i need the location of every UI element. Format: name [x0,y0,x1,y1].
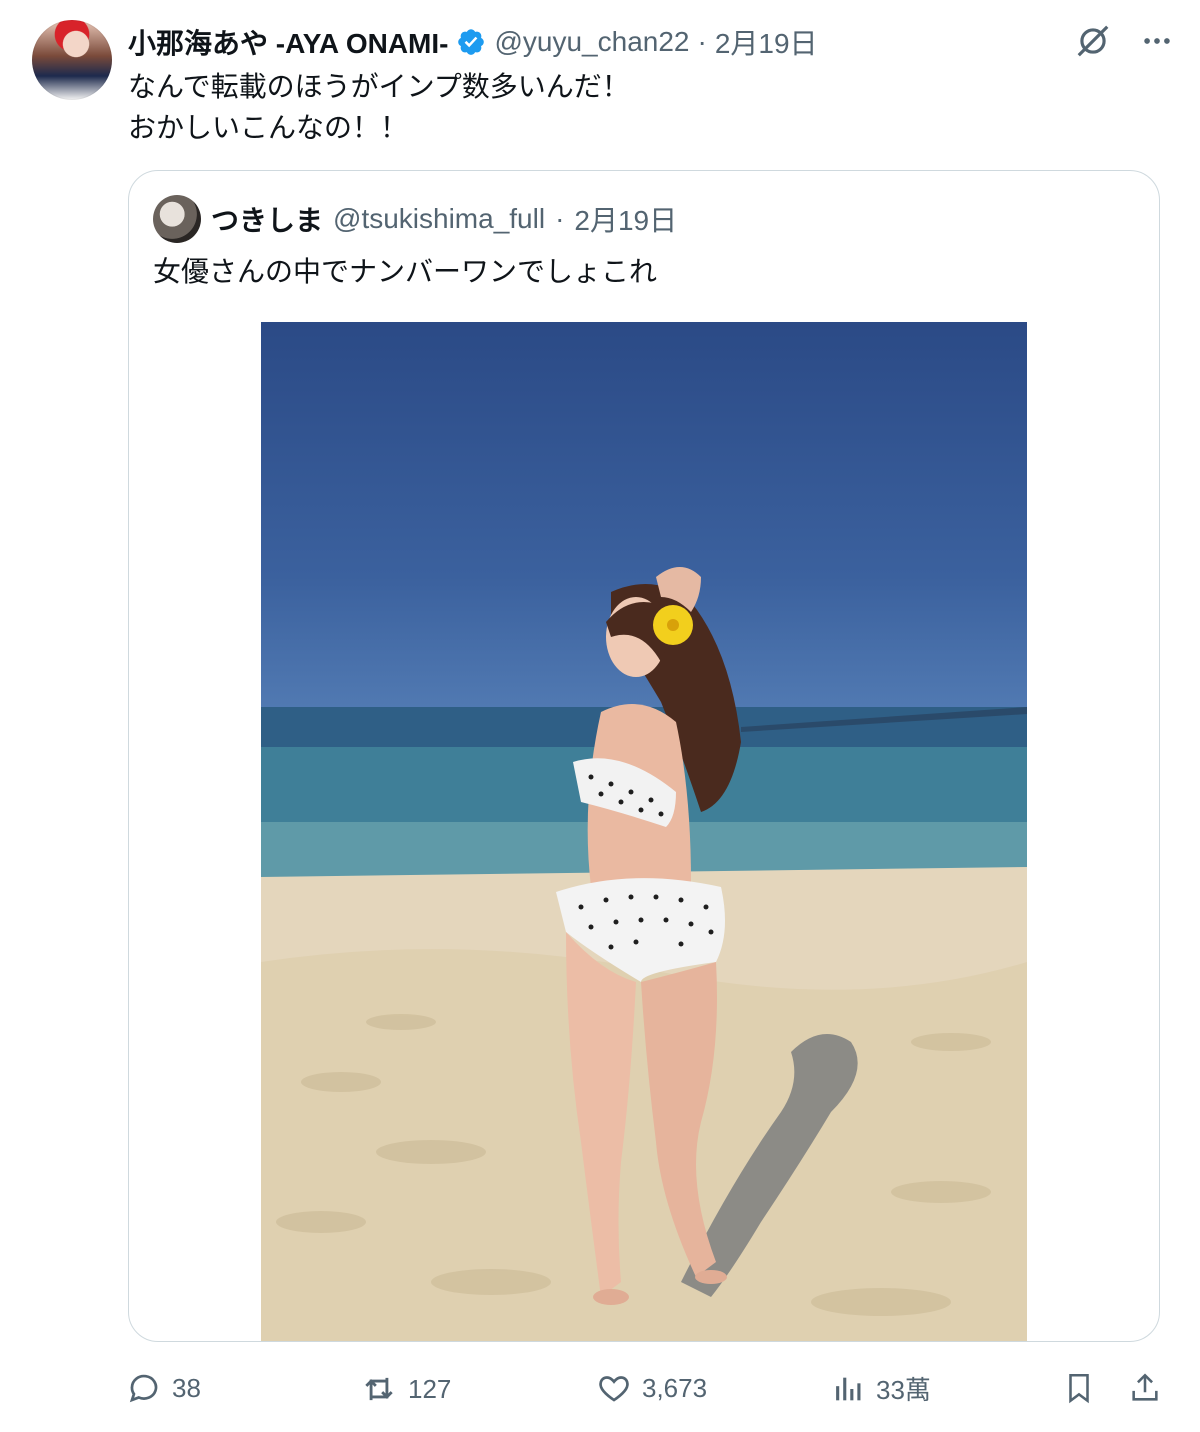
repost-count: 127 [408,1373,452,1404]
quoted-author-avatar[interactable] [153,195,201,243]
like-count: 3,673 [642,1372,708,1403]
bookmark-button[interactable] [1062,1370,1096,1406]
quoted-tweet-text: 女優さんの中でナンバーワンでしょこれ [153,256,658,287]
share-icon [1132,1373,1158,1401]
tweet-date[interactable]: 2月19日 [715,22,818,62]
reply-button[interactable]: 38 [126,1370,201,1406]
repost-button[interactable]: 127 [360,1370,451,1408]
quoted-handle[interactable]: @tsukishima_full [333,203,545,235]
quoted-separator-dot: · [555,203,565,234]
tweet-header: 小那海あや -AYA ONAMI- @yuyu_chan22 · 2月19日 [128,20,818,64]
reply-count: 38 [172,1372,201,1403]
author-display-name[interactable]: 小那海あや -AYA ONAMI- [128,22,448,62]
quoted-display-name[interactable]: つきしま [211,199,323,239]
author-avatar[interactable] [32,20,112,100]
quoted-photo[interactable] [261,322,1027,1341]
beach-photo-illustration [261,567,1027,1341]
verified-badge-icon [458,29,485,55]
reply-icon [129,1374,158,1403]
share-button[interactable] [1128,1370,1162,1406]
views-button[interactable]: 33萬 [832,1370,931,1407]
quoted-date[interactable]: 2月19日 [574,199,677,239]
quoted-tweet[interactable]: つきしま @tsukishima_full · 2月19日 女優さんの中でナンバ… [128,170,1160,1342]
like-button[interactable]: 3,673 [596,1370,707,1406]
author-handle[interactable]: @yuyu_chan22 [494,26,689,58]
action-bar: 38 127 3,673 33萬 [126,1370,1166,1410]
views-count: 33萬 [876,1375,931,1405]
tweet-text: なんで転載のほうがインプ数多いんだ！ おかしいこんなの！！ [128,71,630,143]
separator-dot: · [697,26,707,57]
more-icon[interactable] [1140,24,1174,58]
top-actions [1074,22,1174,60]
grok-icon[interactable] [1074,22,1112,60]
views-icon [836,1377,861,1400]
quoted-tweet-header: つきしま @tsukishima_full · 2月19日 [211,197,677,241]
like-icon [599,1376,629,1402]
repost-icon [365,1377,393,1401]
bookmark-icon [1069,1373,1089,1404]
